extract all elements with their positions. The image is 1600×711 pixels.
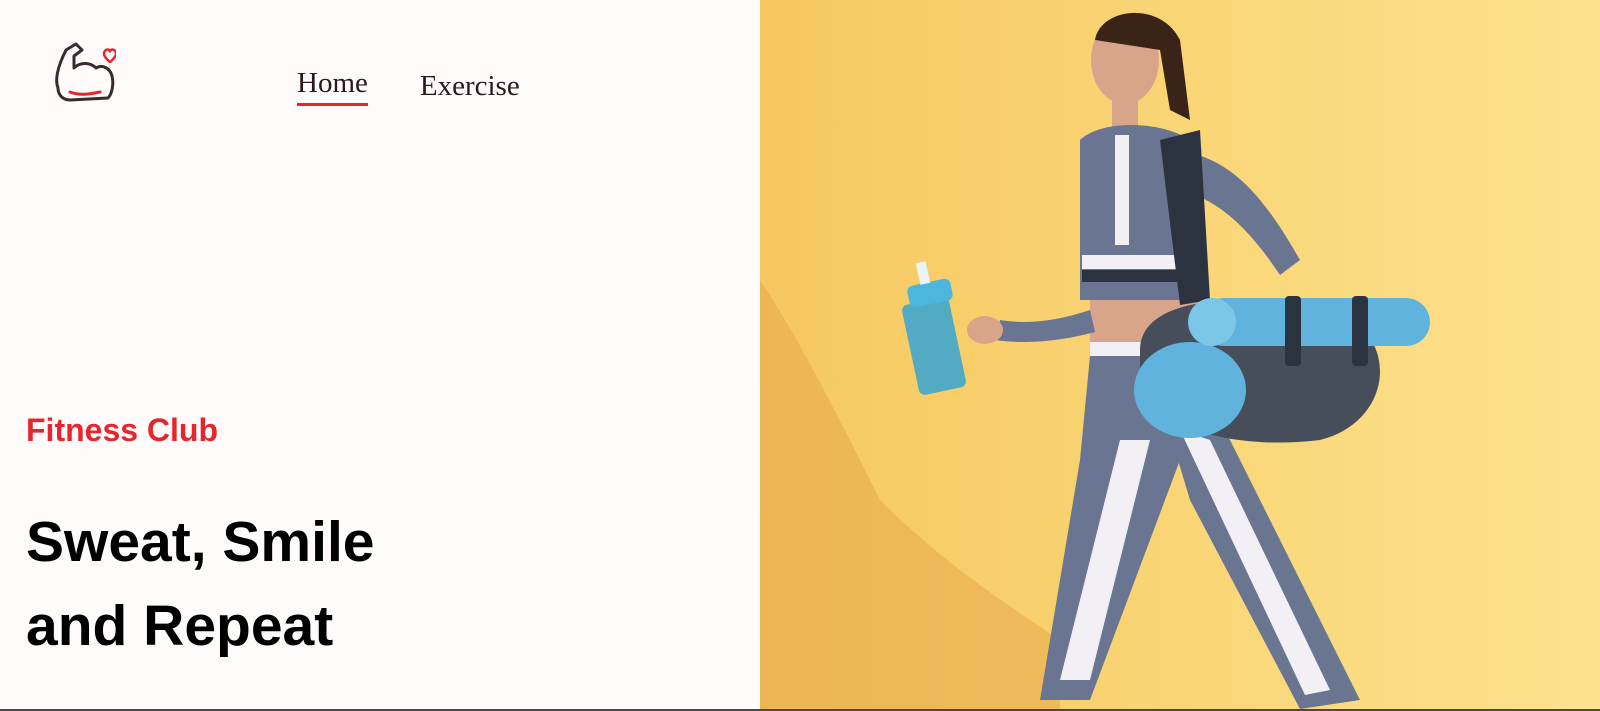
nav-home-link[interactable]: Home [297, 67, 368, 106]
hero-photo [760, 0, 1600, 709]
nav-exercise-link[interactable]: Exercise [420, 70, 520, 106]
headline-line-2: and Repeat [26, 594, 334, 658]
main-nav: Home Exercise [297, 67, 520, 106]
club-eyebrow: Fitness Club [26, 412, 219, 448]
hero-headline: Sweat, Smile and Repeat [26, 500, 375, 668]
flexed-arm-heart-icon[interactable] [50, 40, 118, 106]
headline-line-1: Sweat, Smile [26, 510, 375, 574]
